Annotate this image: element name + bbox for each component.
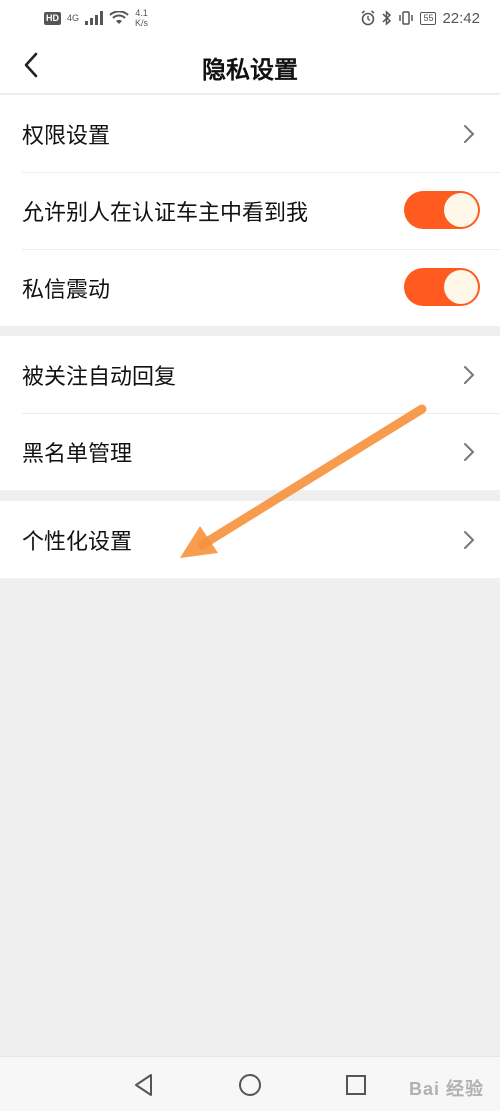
network-speed: 4.1 K/s bbox=[135, 8, 148, 28]
row-message-vibration: 私信震动 bbox=[0, 249, 500, 326]
row-visible-in-certified-owners: 允许别人在认证车主中看到我 bbox=[0, 172, 500, 249]
battery-indicator: 55 bbox=[420, 11, 437, 25]
row-auto-reply-on-follow[interactable]: 被关注自动回复 bbox=[0, 336, 500, 413]
row-label: 个性化设置 bbox=[22, 529, 133, 555]
speed-value: 4.1 bbox=[135, 8, 148, 18]
network-type: 4G bbox=[67, 12, 80, 23]
row-personalization-settings[interactable]: 个性化设置 bbox=[0, 501, 500, 578]
status-right: 55 22:42 bbox=[360, 10, 480, 27]
signal-icon bbox=[85, 11, 104, 25]
settings-group-permissions: 权限设置 允许别人在认证车主中看到我 私信震动 bbox=[0, 95, 500, 326]
row-label: 私信震动 bbox=[22, 277, 111, 303]
toggle-knob bbox=[444, 193, 478, 227]
square-recent-icon[interactable] bbox=[343, 1072, 369, 1098]
status-bar: HD 4G 4.1 K/s 55 22:42 bbox=[0, 0, 500, 36]
settings-group-follow: 被关注自动回复 黑名单管理 bbox=[0, 336, 500, 490]
row-permission-settings[interactable]: 权限设置 bbox=[0, 95, 500, 172]
visible-in-certified-owners-toggle[interactable] bbox=[404, 191, 480, 229]
chevron-right-icon bbox=[464, 366, 475, 384]
bluetooth-icon bbox=[382, 10, 392, 26]
system-nav-bar: Bai 经验 bbox=[0, 1056, 500, 1111]
row-blacklist-management[interactable]: 黑名单管理 bbox=[0, 413, 500, 490]
speed-unit: K/s bbox=[135, 18, 149, 28]
hd-badge: HD bbox=[44, 11, 61, 25]
alarm-icon bbox=[361, 10, 375, 26]
chevron-right-icon bbox=[464, 443, 475, 461]
row-label: 允许别人在认证车主中看到我 bbox=[22, 200, 309, 226]
circle-home-icon[interactable] bbox=[237, 1072, 263, 1098]
row-label: 黑名单管理 bbox=[22, 441, 133, 467]
chevron-right-icon bbox=[464, 125, 475, 143]
nav-bar: 隐私设置 bbox=[0, 36, 500, 94]
vibrate-icon bbox=[399, 11, 414, 25]
status-time: 22:42 bbox=[442, 9, 480, 27]
row-label: 权限设置 bbox=[22, 123, 111, 149]
row-label: 被关注自动回复 bbox=[22, 364, 177, 390]
watermark: Bai 经验 bbox=[408, 1079, 484, 1099]
wifi-icon bbox=[109, 11, 129, 24]
toggle-knob bbox=[444, 270, 478, 304]
page-title: 隐私设置 bbox=[202, 55, 298, 84]
status-left: HD 4G 4.1 K/s bbox=[44, 8, 148, 28]
message-vibration-toggle[interactable] bbox=[404, 268, 480, 306]
settings-group-personalization: 个性化设置 bbox=[0, 501, 500, 578]
triangle-back-icon[interactable] bbox=[131, 1072, 157, 1098]
chevron-right-icon bbox=[464, 531, 475, 549]
